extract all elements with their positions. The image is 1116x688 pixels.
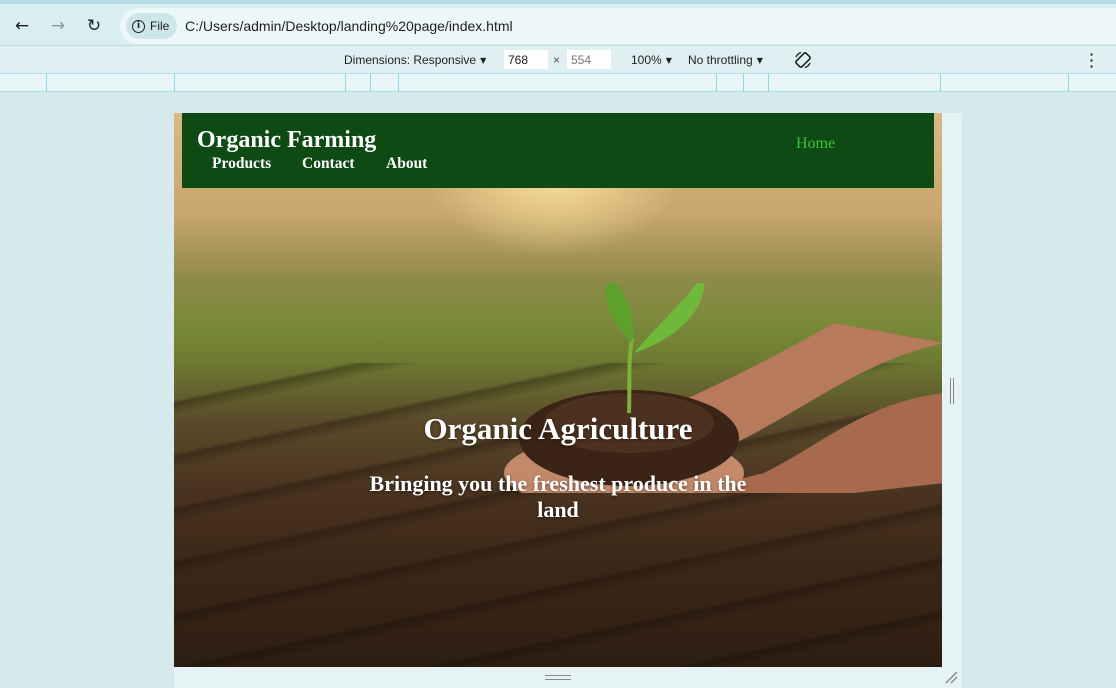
rotate-icon[interactable] xyxy=(793,50,813,70)
ruler-tick xyxy=(174,74,175,92)
info-icon: i xyxy=(132,19,145,33)
arrow-left-icon: ← xyxy=(14,16,30,36)
media-query-ruler[interactable] xyxy=(0,73,1116,92)
zoom-label: 100% xyxy=(631,53,662,67)
device-toolbar: Dimensions: Responsive ▼ × 100% ▼ No thr… xyxy=(0,45,1116,73)
caret-down-icon: ▼ xyxy=(665,55,672,65)
browser-toolbar: ← → ↻ i File C:/Users/admin/Desktop/land… xyxy=(0,0,1116,45)
dimensions-dropdown[interactable]: Dimensions: Responsive ▼ xyxy=(344,53,486,67)
reload-icon: ↻ xyxy=(86,16,102,36)
ruler-tick xyxy=(743,74,744,92)
nav-link-contact[interactable]: Contact xyxy=(302,155,355,173)
throttling-label: No throttling xyxy=(688,53,753,67)
ruler-tick xyxy=(716,74,717,92)
reload-button[interactable]: ↻ xyxy=(81,13,107,39)
caret-down-icon: ▼ xyxy=(756,55,763,65)
height-input[interactable] xyxy=(567,50,611,69)
caret-down-icon: ▼ xyxy=(480,55,487,65)
corner-resize-icon[interactable] xyxy=(944,670,958,684)
times-symbol: × xyxy=(553,53,561,67)
address-bar[interactable]: i File C:/Users/admin/Desktop/landing%20… xyxy=(120,8,1116,44)
ruler-tick xyxy=(46,74,47,92)
nav-link-about[interactable]: About xyxy=(386,155,427,173)
ruler-tick xyxy=(370,74,371,92)
page-viewport: Organic Farming Products Contact About H… xyxy=(174,113,942,667)
site-info-chip[interactable]: i File xyxy=(126,13,178,39)
ruler-tick xyxy=(345,74,346,92)
width-input[interactable] xyxy=(504,50,548,69)
arrow-right-icon: → xyxy=(50,16,66,36)
hero-subtitle: Bringing you the freshest produce in the… xyxy=(369,471,747,522)
site-header: Organic Farming Products Contact About H… xyxy=(182,113,934,188)
back-button[interactable]: ← xyxy=(9,13,35,39)
ruler-tick xyxy=(398,74,399,92)
ruler-tick xyxy=(940,74,941,92)
nav-link-home[interactable]: Home xyxy=(796,135,835,153)
throttling-dropdown[interactable]: No throttling ▼ xyxy=(688,53,763,67)
resize-handle-icon[interactable] xyxy=(950,378,954,404)
site-title: Organic Farming xyxy=(197,127,377,153)
dimensions-label: Dimensions: Responsive xyxy=(344,53,477,67)
resize-handle-icon[interactable] xyxy=(545,675,571,680)
hero-title: Organic Agriculture xyxy=(423,411,693,446)
ruler-tick xyxy=(768,74,769,92)
ruler-tick xyxy=(1068,74,1069,92)
url-text[interactable]: C:/Users/admin/Desktop/landing%20page/in… xyxy=(185,18,513,34)
scheme-label: File xyxy=(150,19,170,33)
more-vert-icon[interactable]: · · · xyxy=(1086,47,1098,73)
zoom-dropdown[interactable]: 100% ▼ xyxy=(631,53,672,67)
forward-button[interactable]: → xyxy=(45,13,71,39)
nav-link-products[interactable]: Products xyxy=(212,155,271,173)
hands-with-seedling-image xyxy=(504,283,942,493)
